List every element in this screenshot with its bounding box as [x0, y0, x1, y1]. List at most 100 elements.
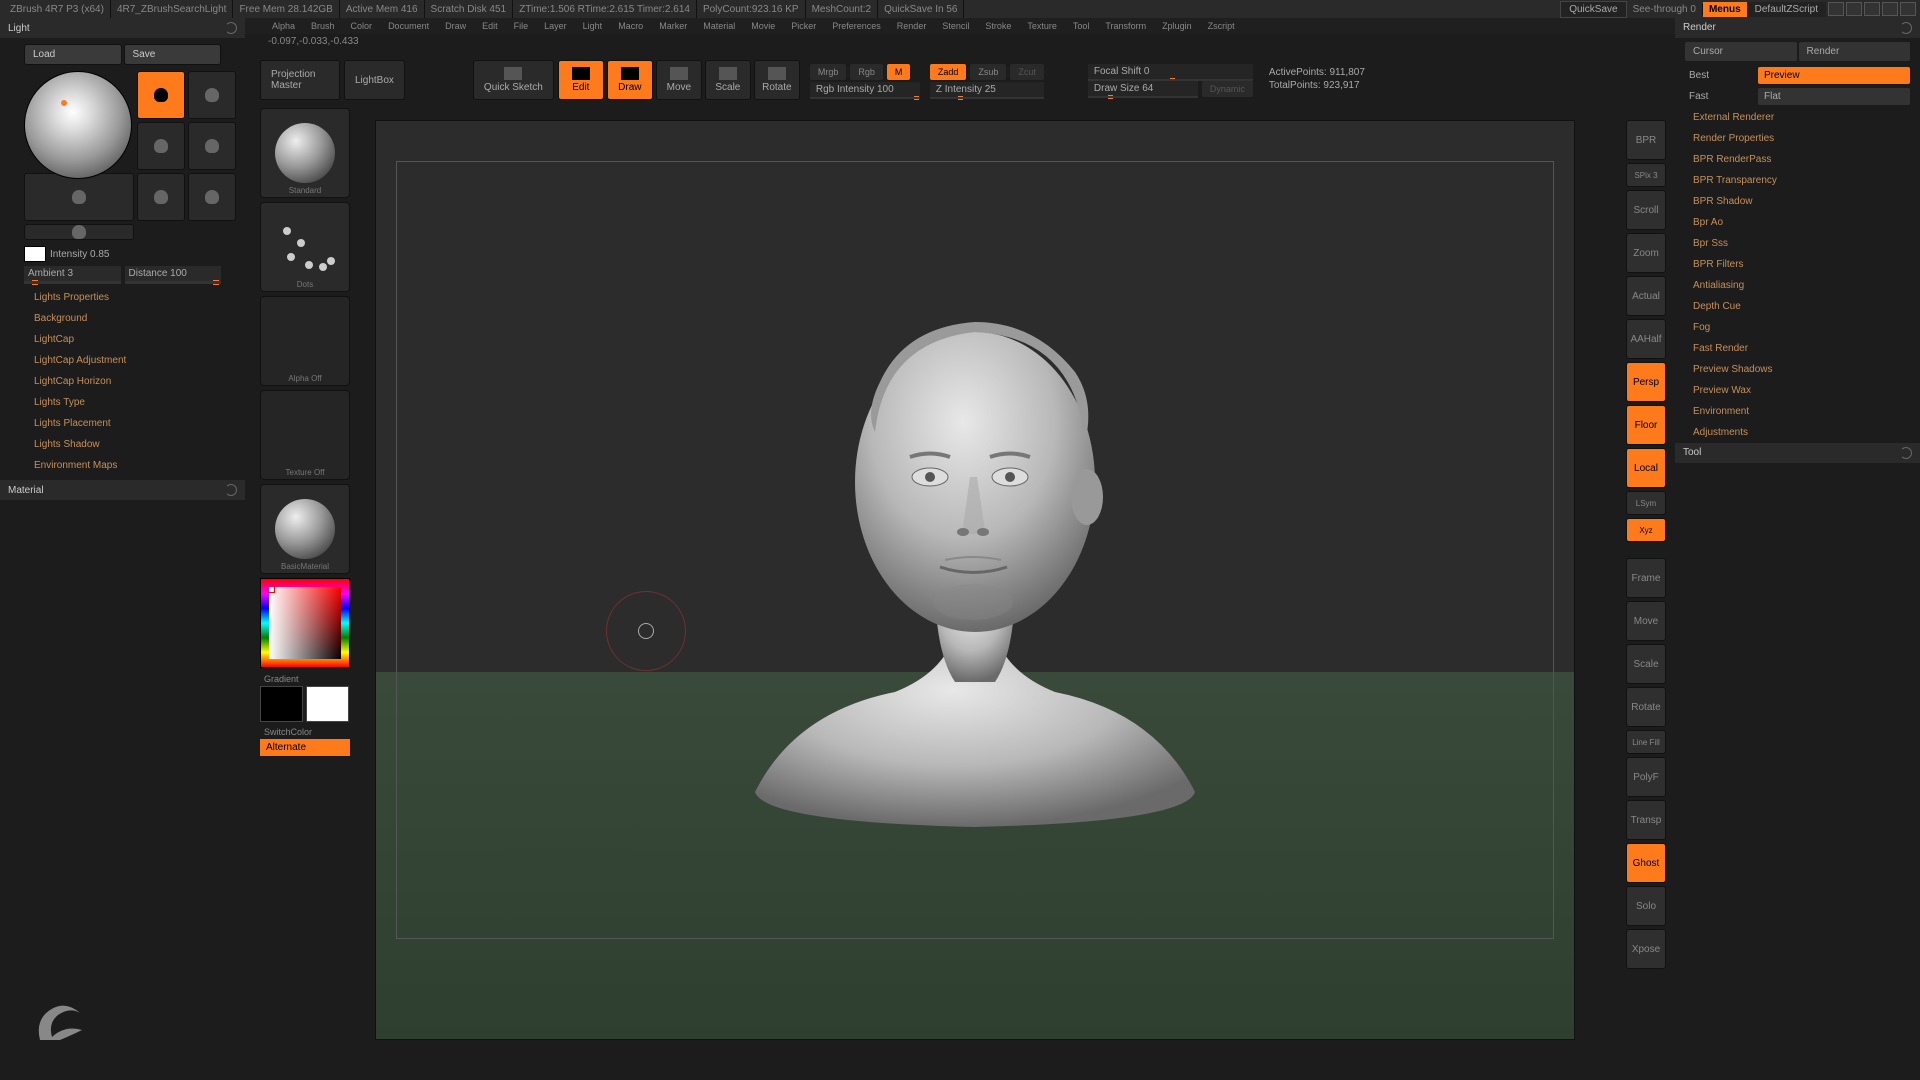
menus-button[interactable]: Menus [1703, 2, 1747, 17]
light-slot-8[interactable] [24, 224, 134, 240]
xpose-button[interactable]: Xpose [1626, 929, 1666, 969]
texture-selector[interactable]: Texture Off [260, 390, 350, 480]
reload-icon[interactable] [225, 484, 237, 496]
menu-macro[interactable]: Macro [610, 21, 651, 31]
menu-movie[interactable]: Movie [743, 21, 783, 31]
light-slot-4[interactable] [188, 122, 236, 170]
light-section-header[interactable]: Light [0, 18, 245, 38]
preview-wax-item[interactable]: Preview Wax [1675, 380, 1920, 401]
focal-shift-slider[interactable]: Focal Shift 0 [1088, 64, 1253, 79]
secondary-color-swatch[interactable] [260, 686, 303, 722]
preview-shadows-item[interactable]: Preview Shadows [1675, 359, 1920, 380]
menu-draw[interactable]: Draw [437, 21, 474, 31]
ambient-slider[interactable]: Ambient 3 [24, 266, 121, 281]
adjustments-item[interactable]: Adjustments [1675, 422, 1920, 443]
lights-placement-item[interactable]: Lights Placement [0, 413, 245, 434]
scroll-button[interactable]: Scroll [1626, 190, 1666, 230]
menu-stencil[interactable]: Stencil [934, 21, 977, 31]
floor-button[interactable]: Floor [1626, 405, 1666, 445]
scale-view-button[interactable]: Scale [1626, 644, 1666, 684]
light-slot-2[interactable] [188, 71, 236, 119]
window-maximize-icon[interactable] [1882, 2, 1898, 16]
zoom-button[interactable]: Zoom [1626, 233, 1666, 273]
fog-item[interactable]: Fog [1675, 317, 1920, 338]
light-preview-sphere[interactable] [24, 71, 132, 179]
menu-layer[interactable]: Layer [536, 21, 575, 31]
alpha-selector[interactable]: Alpha Off [260, 296, 350, 386]
quicksave-button[interactable]: QuickSave [1560, 1, 1626, 18]
bpr-transparency-item[interactable]: BPR Transparency [1675, 170, 1920, 191]
frame-button[interactable]: Frame [1626, 558, 1666, 598]
reload-icon[interactable] [225, 22, 237, 34]
menu-tool[interactable]: Tool [1065, 21, 1098, 31]
brush-selector[interactable]: Standard [260, 108, 350, 198]
environment-item[interactable]: Environment [1675, 401, 1920, 422]
light-slot-1[interactable] [137, 71, 185, 119]
window-icon-1[interactable] [1828, 2, 1844, 16]
lightcap-item[interactable]: LightCap [0, 329, 245, 350]
window-minimize-icon[interactable] [1864, 2, 1880, 16]
transp-button[interactable]: Transp [1626, 800, 1666, 840]
menu-material[interactable]: Material [695, 21, 743, 31]
scale-mode-button[interactable]: Scale [705, 60, 751, 100]
ghost-button[interactable]: Ghost [1626, 843, 1666, 883]
actual-button[interactable]: Actual [1626, 276, 1666, 316]
sculpt-mesh[interactable] [715, 282, 1235, 842]
bpr-shadow-item[interactable]: BPR Shadow [1675, 191, 1920, 212]
light-slot-7[interactable] [188, 173, 236, 221]
bpr-renderpass-item[interactable]: BPR RenderPass [1675, 149, 1920, 170]
see-through-slider[interactable]: See-through 0 [1627, 4, 1703, 15]
alternate-button[interactable]: Alternate [260, 739, 350, 756]
color-picker[interactable] [260, 578, 350, 668]
light-slot-5[interactable] [24, 173, 134, 221]
distance-slider[interactable]: Distance 100 [125, 266, 222, 281]
save-button[interactable]: Save [124, 44, 222, 65]
zadd-button[interactable]: Zadd [930, 64, 967, 80]
rotate-view-button[interactable]: Rotate [1626, 687, 1666, 727]
bpr-button[interactable]: BPR [1626, 120, 1666, 160]
gradient-label[interactable]: Gradient [260, 672, 360, 686]
fast-render-item[interactable]: Fast Render [1675, 338, 1920, 359]
default-zscript-button[interactable]: DefaultZScript [1747, 2, 1826, 17]
lightcap-horizon-item[interactable]: LightCap Horizon [0, 371, 245, 392]
aahalf-button[interactable]: AAHalf [1626, 319, 1666, 359]
menu-picker[interactable]: Picker [783, 21, 824, 31]
menu-file[interactable]: File [506, 21, 537, 31]
fast-button[interactable]: Fast [1685, 88, 1755, 105]
menu-document[interactable]: Document [380, 21, 437, 31]
lsym-button[interactable]: LSym [1626, 491, 1666, 515]
mrgb-button[interactable]: Mrgb [810, 64, 847, 80]
draw-mode-button[interactable]: Draw [607, 60, 653, 100]
window-icon-2[interactable] [1846, 2, 1862, 16]
zcut-button[interactable]: Zcut [1010, 64, 1044, 80]
switch-color-button[interactable]: SwitchColor [260, 725, 360, 739]
preview-button[interactable]: Preview [1758, 67, 1910, 84]
zsub-button[interactable]: Zsub [970, 64, 1006, 80]
polyf-button[interactable]: PolyF [1626, 757, 1666, 797]
rgb-button[interactable]: Rgb [850, 64, 883, 80]
antialiasing-item[interactable]: Antialiasing [1675, 275, 1920, 296]
menu-preferences[interactable]: Preferences [824, 21, 889, 31]
menu-stroke[interactable]: Stroke [977, 21, 1019, 31]
m-button[interactable]: M [887, 64, 911, 80]
depth-cue-item[interactable]: Depth Cue [1675, 296, 1920, 317]
menu-color[interactable]: Color [343, 21, 381, 31]
flat-button[interactable]: Flat [1758, 88, 1910, 105]
primary-color-swatch[interactable] [306, 686, 349, 722]
menu-light[interactable]: Light [575, 21, 611, 31]
intensity-slider[interactable]: Intensity 0.85 [50, 249, 221, 260]
xyz-button[interactable]: Xyz [1626, 518, 1666, 542]
menu-zscript[interactable]: Zscript [1200, 21, 1243, 31]
reload-icon[interactable] [1900, 22, 1912, 34]
move-view-button[interactable]: Move [1626, 601, 1666, 641]
solo-button[interactable]: Solo [1626, 886, 1666, 926]
persp-button[interactable]: Persp [1626, 362, 1666, 402]
spix-slider[interactable]: SPix 3 [1626, 163, 1666, 187]
load-button[interactable]: Load [24, 44, 122, 65]
render-properties-item[interactable]: Render Properties [1675, 128, 1920, 149]
background-item[interactable]: Background [0, 308, 245, 329]
draw-size-slider[interactable]: Draw Size 64 [1088, 81, 1198, 96]
environment-maps-item[interactable]: Environment Maps [0, 455, 245, 476]
cursor-button[interactable]: Cursor [1685, 42, 1797, 61]
bpr-filters-item[interactable]: BPR Filters [1675, 254, 1920, 275]
